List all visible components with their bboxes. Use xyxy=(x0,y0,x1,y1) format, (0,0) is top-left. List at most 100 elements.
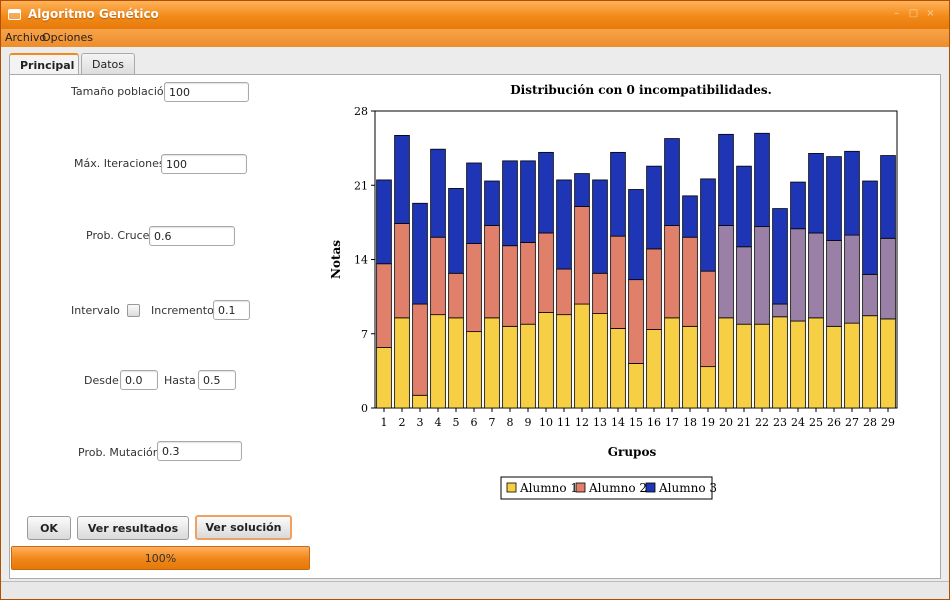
x-tick-label: 9 xyxy=(525,416,532,429)
bar-2-group-10 xyxy=(538,232,554,313)
ok-button[interactable]: OK xyxy=(27,516,71,540)
bar-3-group-2 xyxy=(394,134,410,224)
title-bar[interactable]: Algoritmo Genético – □ × xyxy=(1,1,949,29)
bar-2-group-1 xyxy=(376,263,392,348)
bar-1-group-16 xyxy=(646,329,662,409)
bar-2-group-20 xyxy=(718,225,734,319)
x-tick-label: 2 xyxy=(399,416,406,429)
intervalo-checkbox[interactable] xyxy=(127,304,140,317)
y-tick-label: 14 xyxy=(354,254,368,267)
bar-2-group-4 xyxy=(430,236,446,316)
x-tick-label: 4 xyxy=(435,416,442,429)
bar-2-group-21 xyxy=(736,246,752,325)
y-tick-label: 7 xyxy=(361,328,368,341)
maximize-icon[interactable]: □ xyxy=(908,9,919,20)
bar-1-group-25 xyxy=(808,317,824,409)
x-tick-label: 1 xyxy=(381,416,388,429)
minimize-icon[interactable]: – xyxy=(891,9,902,20)
ver-solucion-button[interactable]: Ver solución xyxy=(195,515,292,540)
incremento-input[interactable] xyxy=(213,300,250,320)
menu-archivo[interactable]: Archivo xyxy=(5,31,46,44)
legend-swatch-2 xyxy=(575,482,586,493)
x-tick-label: 10 xyxy=(539,416,553,429)
bar-chart: Distribución con 0 incompatibilidades. 0 7… xyxy=(329,83,898,500)
menu-opciones[interactable]: Opciones xyxy=(42,31,93,44)
chart-title: Distribución con 0 incompatibilidades. xyxy=(510,83,772,97)
bar-3-group-19 xyxy=(700,178,716,272)
legend-label-3: Alumno 3 xyxy=(658,481,717,495)
bar-3-group-13 xyxy=(592,179,608,274)
bar-3-group-5 xyxy=(448,188,464,274)
bar-1-group-5 xyxy=(448,317,464,409)
bar-1-group-9 xyxy=(520,323,536,409)
x-tick-label: 11 xyxy=(557,416,571,429)
bar-1-group-4 xyxy=(430,314,446,409)
x-tick-label: 17 xyxy=(665,416,679,429)
bar-1-group-27 xyxy=(844,322,860,409)
bar-3-group-4 xyxy=(430,148,446,238)
bar-3-group-20 xyxy=(718,133,734,226)
bar-2-group-9 xyxy=(520,242,536,325)
x-tick-label: 3 xyxy=(417,416,424,429)
bar-2-group-28 xyxy=(862,273,878,317)
bar-3-group-6 xyxy=(466,162,482,244)
legend-swatch-3 xyxy=(645,482,656,493)
bar-1-group-23 xyxy=(772,316,788,409)
bar-3-group-10 xyxy=(538,151,554,234)
bar-2-group-29 xyxy=(880,237,896,320)
x-tick-label: 7 xyxy=(489,416,496,429)
bar-1-group-17 xyxy=(664,317,680,409)
x-tick-label: 29 xyxy=(881,416,895,429)
hasta-label: Hasta xyxy=(164,374,196,387)
bar-2-group-18 xyxy=(682,236,698,327)
bar-2-group-25 xyxy=(808,232,824,319)
mutacion-input[interactable] xyxy=(157,441,242,461)
bar-3-group-17 xyxy=(664,138,680,226)
bar-1-group-29 xyxy=(880,318,896,409)
x-tick-label: 26 xyxy=(827,416,841,429)
bar-3-group-23 xyxy=(772,208,788,305)
bar-3-group-24 xyxy=(790,181,806,230)
bar-2-group-8 xyxy=(502,245,518,327)
ver-resultados-button[interactable]: Ver resultados xyxy=(77,516,189,540)
y-axis-label: Notas xyxy=(329,240,343,279)
bar-1-group-7 xyxy=(484,317,500,409)
x-tick-label: 14 xyxy=(611,416,625,429)
bar-1-group-3 xyxy=(412,394,428,409)
app-window-icon xyxy=(8,9,21,20)
bar-3-group-7 xyxy=(484,180,500,226)
x-tick-label: 24 xyxy=(791,416,805,429)
bar-2-group-13 xyxy=(592,272,608,314)
bar-3-group-29 xyxy=(880,155,896,239)
poblacion-input[interactable] xyxy=(164,82,249,102)
principal-panel: Tamaño población Máx. Iteraciones Prob. … xyxy=(9,74,941,579)
bar-3-group-28 xyxy=(862,180,878,275)
tab-datos[interactable]: Datos xyxy=(81,53,135,75)
hasta-input[interactable] xyxy=(198,370,236,390)
y-tick-label: 21 xyxy=(354,179,368,192)
menu-bar: Archivo Opciones xyxy=(1,29,949,47)
x-tick-label: 20 xyxy=(719,416,733,429)
x-tick-label: 6 xyxy=(471,416,478,429)
bar-2-group-3 xyxy=(412,303,428,396)
window-title: Algoritmo Genético xyxy=(28,7,159,21)
bar-2-group-5 xyxy=(448,272,464,319)
bar-3-group-22 xyxy=(754,132,770,228)
cruce-input[interactable] xyxy=(149,226,235,246)
bar-2-group-16 xyxy=(646,248,662,330)
y-tick-label: 0 xyxy=(361,402,368,415)
bar-1-group-19 xyxy=(700,366,716,409)
desde-input[interactable] xyxy=(120,370,158,390)
bar-1-group-28 xyxy=(862,315,878,409)
y-tick-label: 28 xyxy=(354,105,368,118)
bar-1-group-14 xyxy=(610,328,626,409)
tab-principal[interactable]: Principal xyxy=(9,53,79,76)
bar-2-group-7 xyxy=(484,225,500,319)
bar-2-group-26 xyxy=(826,240,842,327)
x-tick-label: 28 xyxy=(863,416,877,429)
bar-1-group-20 xyxy=(718,317,734,409)
close-icon[interactable]: × xyxy=(925,9,936,20)
iteraciones-input[interactable] xyxy=(161,154,247,174)
progress-bar: 100% xyxy=(11,546,310,570)
bar-3-group-21 xyxy=(736,165,752,248)
